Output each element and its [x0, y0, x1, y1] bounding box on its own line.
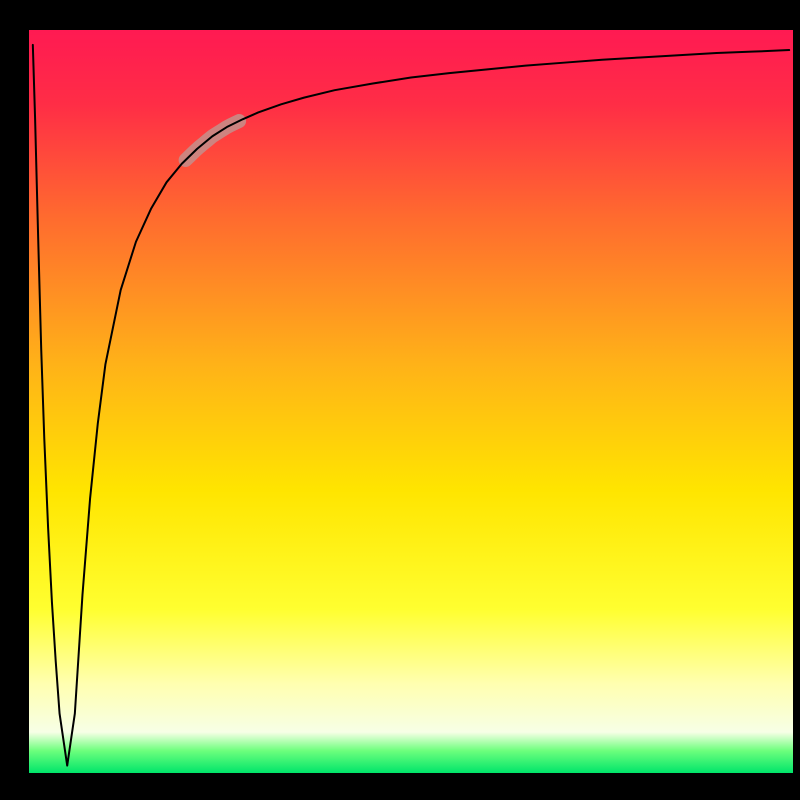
chart-stage: TheBottleneck.com [0, 0, 800, 800]
chart-svg [0, 0, 800, 800]
plot-area-rect [29, 30, 793, 773]
